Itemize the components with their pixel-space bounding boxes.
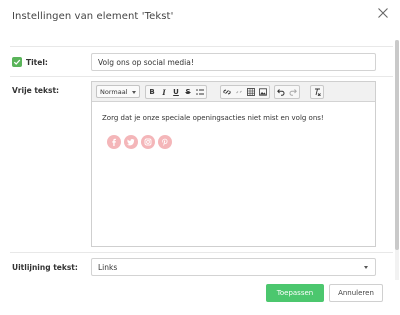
instagram-icon[interactable] bbox=[141, 135, 155, 149]
chevron-down-icon bbox=[132, 91, 136, 94]
redo-button[interactable] bbox=[287, 86, 299, 98]
text-style-group: B I U S bbox=[145, 85, 207, 99]
format-select-value: Normaal bbox=[100, 88, 128, 96]
free-text-label: Vrije tekst: bbox=[12, 86, 60, 95]
insert-group bbox=[220, 85, 270, 99]
title-label: Titel: bbox=[26, 58, 48, 67]
pinterest-icon[interactable] bbox=[158, 135, 172, 149]
underline-button[interactable]: U bbox=[170, 86, 182, 98]
cancel-button[interactable]: Annuleren bbox=[329, 284, 383, 302]
unlink-button[interactable] bbox=[233, 86, 245, 98]
close-icon[interactable] bbox=[377, 7, 389, 19]
align-label: Uitlijning tekst: bbox=[12, 263, 78, 272]
social-icons-row bbox=[107, 135, 172, 149]
apply-button[interactable]: Toepassen bbox=[266, 284, 324, 302]
redo-icon bbox=[289, 89, 297, 96]
scrollbar[interactable] bbox=[395, 40, 399, 280]
history-group bbox=[274, 85, 300, 99]
align-select-value: Links bbox=[98, 263, 118, 272]
align-select[interactable]: Links bbox=[91, 258, 376, 276]
chevron-down-icon bbox=[364, 266, 368, 269]
strikethrough-button[interactable]: S bbox=[182, 86, 194, 98]
link-button[interactable] bbox=[221, 86, 233, 98]
title-input[interactable]: Volg ons op social media! bbox=[91, 53, 376, 71]
facebook-icon[interactable] bbox=[107, 135, 121, 149]
undo-button[interactable] bbox=[275, 86, 287, 98]
editor-body-text[interactable]: Zorg dat je onze speciale openingsacties… bbox=[102, 114, 324, 122]
bullet-list-button[interactable] bbox=[194, 86, 206, 98]
title-checkbox[interactable] bbox=[12, 57, 22, 67]
scrollbar-thumb[interactable] bbox=[395, 40, 399, 250]
clear-format-button[interactable] bbox=[311, 86, 323, 98]
dialog-title: Instellingen van element 'Tekst' bbox=[12, 11, 174, 22]
twitter-icon[interactable] bbox=[124, 135, 138, 149]
image-icon bbox=[259, 88, 267, 96]
divider bbox=[10, 46, 393, 47]
undo-icon bbox=[277, 89, 285, 96]
unlink-icon bbox=[236, 90, 242, 94]
italic-button[interactable]: I bbox=[158, 86, 170, 98]
clear-format-icon bbox=[315, 88, 321, 96]
editor-toolbar: Normaal B I U S bbox=[92, 82, 375, 102]
table-icon bbox=[247, 88, 255, 96]
table-button[interactable] bbox=[245, 86, 257, 98]
bold-button[interactable]: B bbox=[146, 86, 158, 98]
link-icon bbox=[223, 89, 231, 95]
image-button[interactable] bbox=[257, 86, 269, 98]
rich-text-editor[interactable]: Normaal B I U S Zorg dat je onze special… bbox=[91, 81, 376, 247]
clear-format-group bbox=[310, 85, 324, 99]
bullet-list-icon bbox=[196, 89, 204, 95]
divider bbox=[10, 76, 393, 77]
format-select[interactable]: Normaal bbox=[96, 85, 140, 98]
divider bbox=[10, 252, 393, 253]
